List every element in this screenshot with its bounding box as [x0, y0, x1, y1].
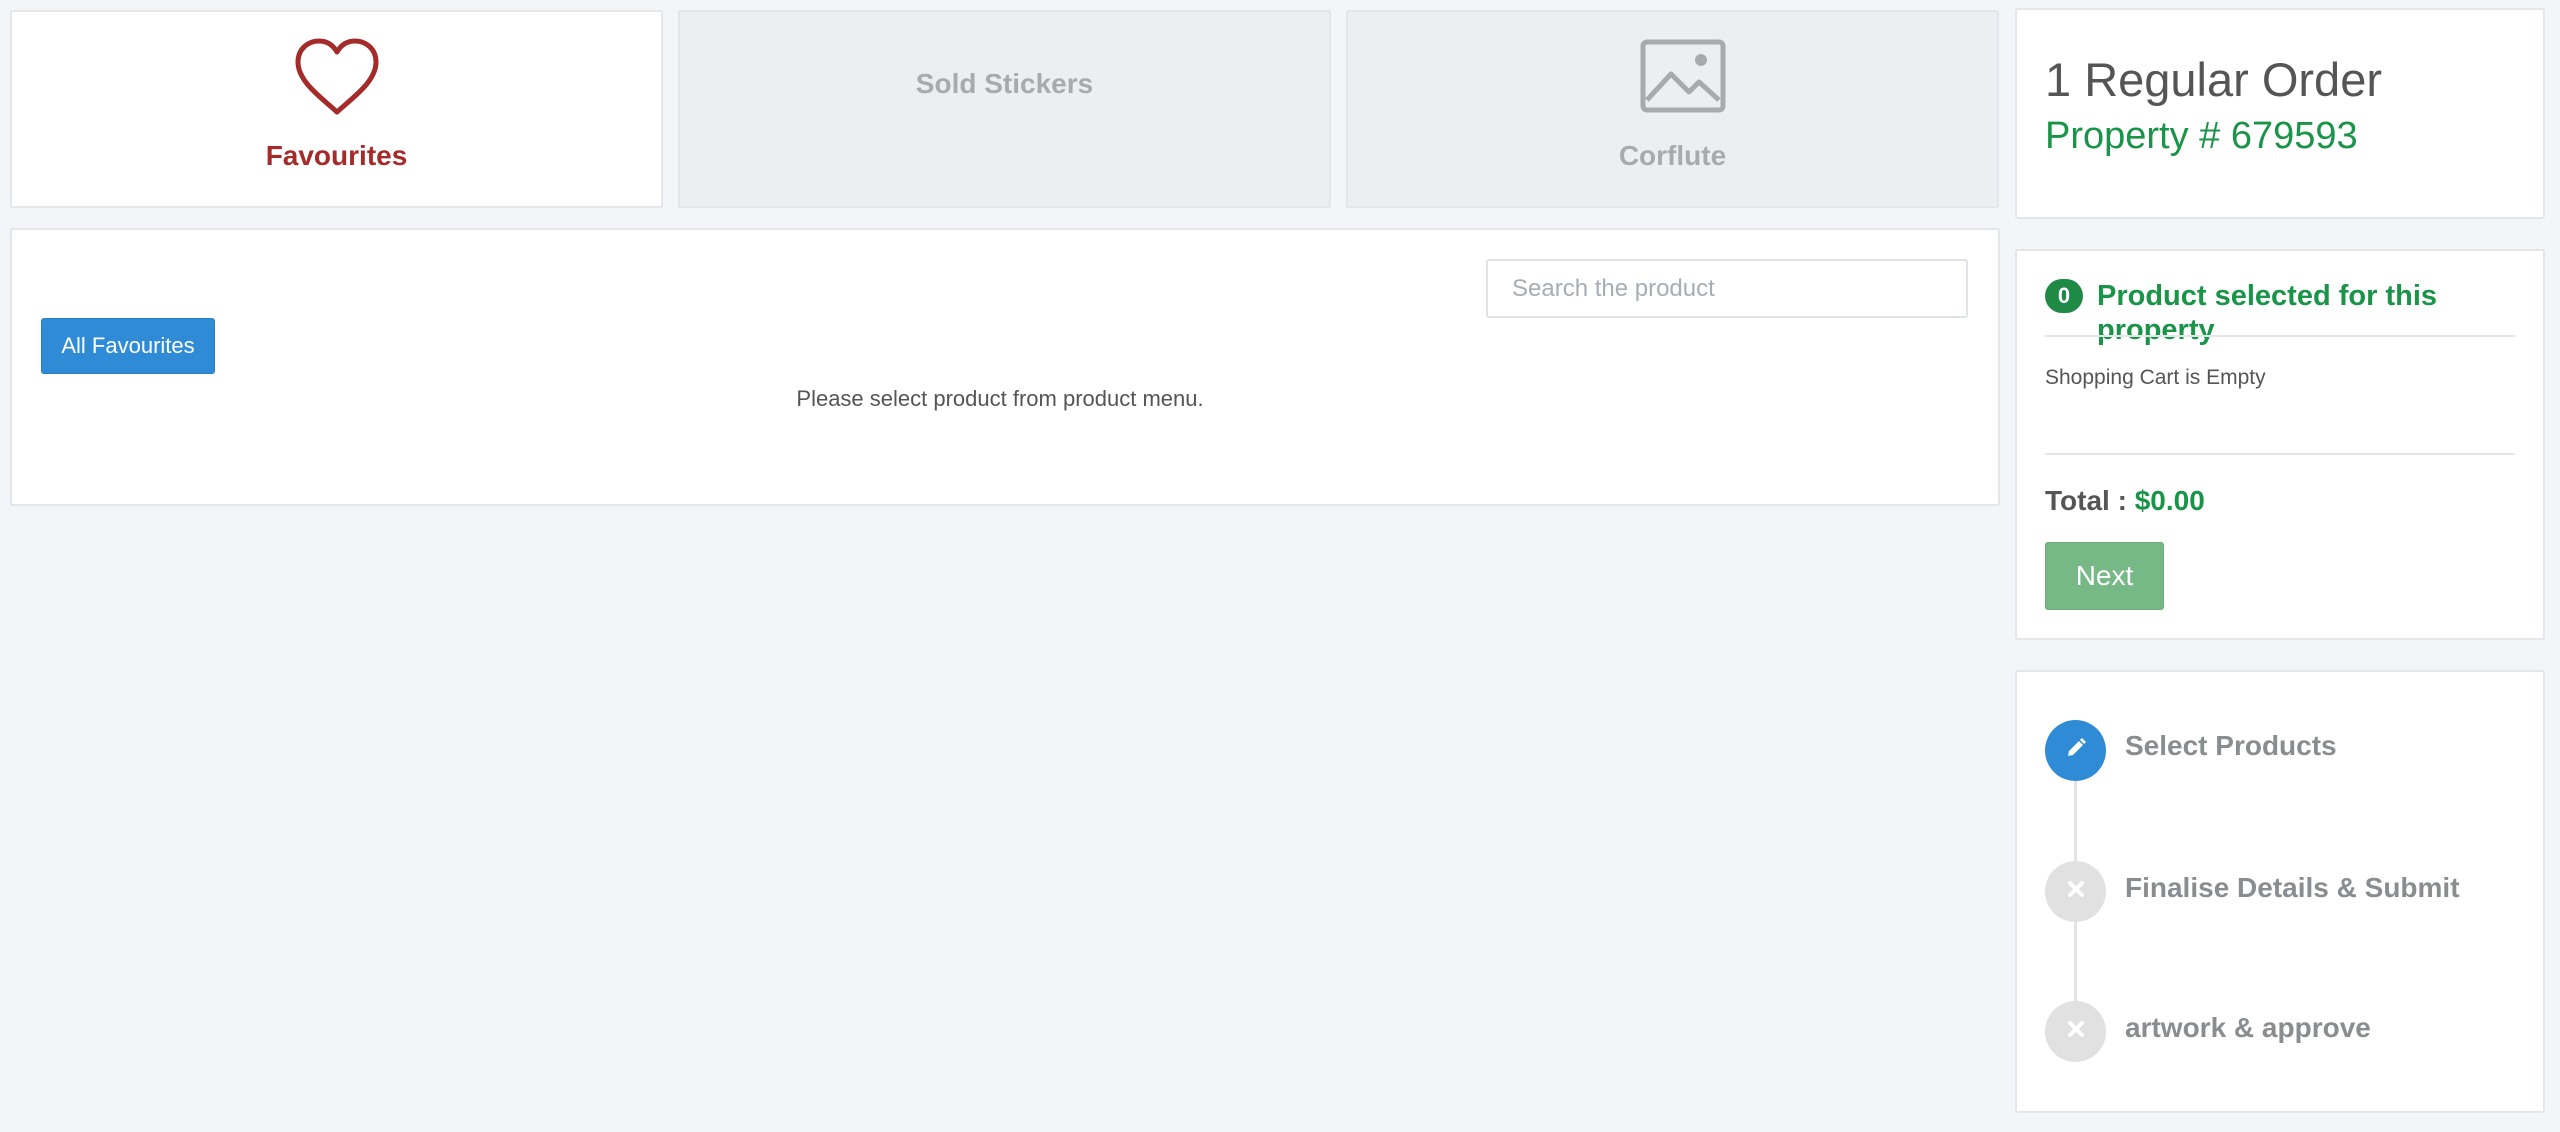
- divider: [2045, 453, 2515, 455]
- close-icon: [2067, 880, 2085, 903]
- total-label: Total :: [2045, 485, 2127, 516]
- step-finalise-indicator: [2045, 861, 2106, 922]
- empty-product-message: Please select product from product menu.: [796, 386, 1204, 411]
- total-value: $0.00: [2134, 485, 2205, 516]
- tab-sold-stickers-label: Sold Stickers: [915, 68, 1094, 99]
- heart-icon: [292, 36, 382, 123]
- image-icon: [1639, 38, 1727, 119]
- cart-empty-text: Shopping Cart is Empty: [2045, 366, 2266, 389]
- all-favourites-button[interactable]: All Favourites: [41, 318, 215, 374]
- order-card: [2015, 8, 2545, 219]
- cart-total: Total : $0.00: [2045, 485, 2205, 517]
- step-finalise-details: Finalise Details & Submit: [2125, 872, 2460, 903]
- close-icon: [2067, 1020, 2085, 1043]
- cart-count-badge: 0: [2045, 279, 2083, 313]
- tab-corflute-label: Corflute: [1618, 140, 1727, 171]
- step-artwork-indicator: [2045, 1001, 2106, 1062]
- pencil-icon: [2064, 736, 2088, 765]
- tab-sold-stickers[interactable]: Sold Stickers: [678, 10, 1331, 208]
- order-title: 1 Regular Order: [2045, 53, 2382, 106]
- tab-favourites[interactable]: Favourites: [10, 10, 663, 208]
- step-select-products: Select Products: [2125, 730, 2337, 761]
- step-artwork-approve: artwork & approve: [2125, 1012, 2371, 1043]
- tab-favourites-label: Favourites: [265, 140, 408, 171]
- next-button[interactable]: Next: [2045, 542, 2164, 610]
- property-number: Property # 679593: [2045, 115, 2358, 157]
- step-select-products-indicator: [2045, 720, 2106, 781]
- divider: [2045, 335, 2515, 337]
- search-input[interactable]: [1486, 259, 1968, 318]
- tab-corflute[interactable]: Corflute: [1346, 10, 1999, 208]
